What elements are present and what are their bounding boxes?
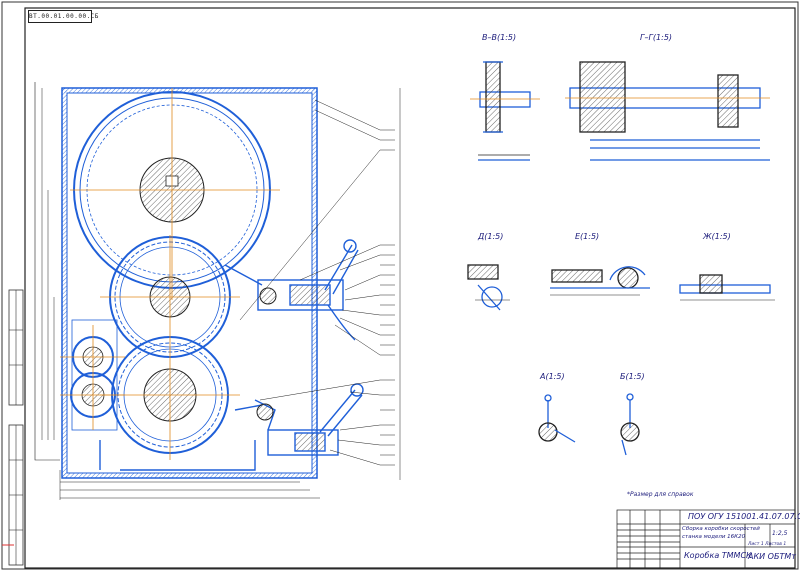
section-vv [470, 61, 540, 161]
section-label-e: Е(1:5) [575, 232, 600, 241]
section-label-b: Б(1:5) [620, 372, 645, 381]
left-margin-stamps [2, 289, 24, 566]
section-zh [679, 274, 775, 301]
drawing-code-stamp: ВТ.00.01.00.00.СБ [28, 10, 98, 23]
title-block-scale: 1:2,5 [772, 530, 788, 537]
title-block-sheet-info: Лист 1 Листов 1 [748, 542, 787, 547]
section-label-gg: Г–Г(1:5) [640, 33, 673, 42]
section-label-zh: Ж(1:5) [703, 232, 731, 241]
section-label-a: А(1:5) [540, 372, 565, 381]
title-block-name-line2: станка модели 16К20 [682, 534, 746, 540]
section-label-d: Д(1:5) [478, 232, 504, 241]
title-block-material: Коробка ТММСК [684, 551, 752, 560]
section-b [620, 393, 640, 456]
section-a [538, 394, 576, 443]
reference-note: *Размер для справок [627, 491, 694, 498]
section-gg [565, 61, 770, 161]
title-block-name-line1: Сборка коробки скоростей [682, 526, 760, 532]
assembly-drawing [1, 1, 799, 570]
section-label-vv: В–В(1:5) [482, 33, 517, 42]
main-view-gearbox [34, 82, 401, 500]
title-block-designation: ПОУ ОГУ 151001.41.07.07.СБ [688, 512, 800, 521]
title-block-organization: АКИ ОБТМт [748, 552, 796, 561]
section-e [550, 266, 650, 296]
section-d [467, 264, 510, 311]
